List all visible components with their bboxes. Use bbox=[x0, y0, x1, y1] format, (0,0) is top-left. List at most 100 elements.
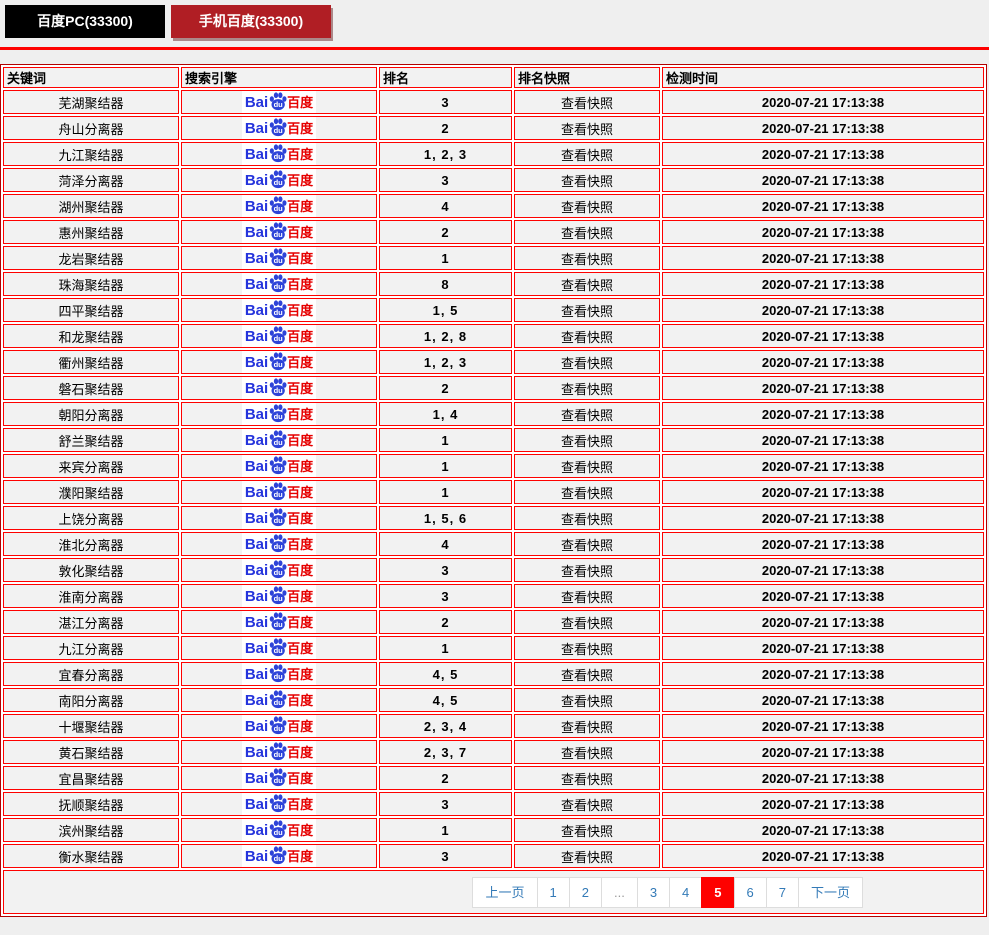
table-row: 龙岩聚结器 Bai du 百度 1 查看快照 2020-07-21 17:13:… bbox=[3, 246, 984, 270]
snapshot-cell: 查看快照 bbox=[514, 454, 660, 478]
tab-baidu-pc[interactable]: 百度PC(33300) bbox=[5, 5, 165, 38]
baidu-logo-bai-text: Bai bbox=[244, 717, 269, 735]
view-snapshot-link[interactable]: 查看快照 bbox=[561, 122, 613, 137]
keyword-cell: 湖州聚结器 bbox=[3, 194, 179, 218]
svg-text:du: du bbox=[274, 802, 284, 811]
svg-text:du: du bbox=[274, 308, 284, 317]
page-button-6[interactable]: 6 bbox=[733, 876, 767, 908]
page-button-4[interactable]: 4 bbox=[669, 876, 703, 908]
table-row: 湖州聚结器 Bai du 百度 4 查看快照 2020-07-21 17:13:… bbox=[3, 194, 984, 218]
view-snapshot-link[interactable]: 查看快照 bbox=[561, 720, 613, 735]
view-snapshot-link[interactable]: 查看快照 bbox=[561, 278, 613, 293]
header-snapshot: 排名快照 bbox=[514, 67, 660, 88]
baidu-logo-cn-text: 百度 bbox=[287, 536, 314, 552]
table-row: 宜昌聚结器 Bai du 百度 2 查看快照 2020-07-21 17:13:… bbox=[3, 766, 984, 790]
view-snapshot-link[interactable]: 查看快照 bbox=[561, 408, 613, 423]
view-snapshot-link[interactable]: 查看快照 bbox=[561, 200, 613, 215]
view-snapshot-link[interactable]: 查看快照 bbox=[561, 798, 613, 813]
baidu-paw-icon: du bbox=[269, 715, 287, 734]
baidu-paw-icon: du bbox=[269, 455, 287, 474]
view-snapshot-link[interactable]: 查看快照 bbox=[561, 226, 613, 241]
time-cell: 2020-07-21 17:13:38 bbox=[662, 376, 984, 400]
svg-text:du: du bbox=[274, 646, 284, 655]
svg-text:du: du bbox=[274, 542, 284, 551]
view-snapshot-link[interactable]: 查看快照 bbox=[561, 538, 613, 553]
view-snapshot-link[interactable]: 查看快照 bbox=[561, 96, 613, 111]
view-snapshot-link[interactable]: 查看快照 bbox=[561, 460, 613, 475]
baidu-logo-bai-text: Bai bbox=[244, 769, 269, 787]
baidu-paw-icon: du bbox=[269, 117, 287, 136]
baidu-logo: Bai du 百度 bbox=[241, 845, 317, 867]
baidu-logo-bai-text: Bai bbox=[244, 327, 269, 345]
view-snapshot-link[interactable]: 查看快照 bbox=[561, 694, 613, 709]
table-row: 菏泽分离器 Bai du 百度 3 查看快照 2020-07-21 17:13:… bbox=[3, 168, 984, 192]
svg-text:du: du bbox=[274, 620, 284, 629]
engine-cell: Bai du 百度 bbox=[181, 506, 377, 530]
page-button-1[interactable]: 1 bbox=[536, 876, 570, 908]
table-row: 淮南分离器 Bai du 百度 3 查看快照 2020-07-21 17:13:… bbox=[3, 584, 984, 608]
view-snapshot-link[interactable]: 查看快照 bbox=[561, 668, 613, 683]
time-cell: 2020-07-21 17:13:38 bbox=[662, 818, 984, 842]
baidu-logo: Bai du 百度 bbox=[241, 715, 317, 737]
engine-cell: Bai du 百度 bbox=[181, 610, 377, 634]
baidu-logo-bai-text: Bai bbox=[244, 795, 269, 813]
rank-cell: 3 bbox=[379, 168, 512, 192]
baidu-logo-cn-text: 百度 bbox=[287, 94, 314, 110]
prev-page-button[interactable]: 上一页 bbox=[472, 876, 538, 908]
view-snapshot-link[interactable]: 查看快照 bbox=[561, 304, 613, 319]
baidu-logo-bai-text: Bai bbox=[244, 275, 269, 293]
view-snapshot-link[interactable]: 查看快照 bbox=[561, 824, 613, 839]
keyword-cell: 朝阳分离器 bbox=[3, 402, 179, 426]
snapshot-cell: 查看快照 bbox=[514, 194, 660, 218]
engine-cell: Bai du 百度 bbox=[181, 558, 377, 582]
baidu-paw-icon: du bbox=[269, 689, 287, 708]
page-button-5-active[interactable]: 5 bbox=[701, 876, 735, 908]
baidu-logo: Bai du 百度 bbox=[241, 585, 317, 607]
view-snapshot-link[interactable]: 查看快照 bbox=[561, 434, 613, 449]
rank-cell: 1, 2, 3 bbox=[379, 350, 512, 374]
view-snapshot-link[interactable]: 查看快照 bbox=[561, 252, 613, 267]
next-page-button[interactable]: 下一页 bbox=[797, 876, 863, 908]
view-snapshot-link[interactable]: 查看快照 bbox=[561, 486, 613, 501]
time-cell: 2020-07-21 17:13:38 bbox=[662, 116, 984, 140]
baidu-logo-cn-text: 百度 bbox=[287, 822, 314, 838]
page-button-7[interactable]: 7 bbox=[765, 876, 799, 908]
page-button-2[interactable]: 2 bbox=[568, 876, 602, 908]
page-button-3[interactable]: 3 bbox=[636, 876, 671, 908]
view-snapshot-link[interactable]: 查看快照 bbox=[561, 330, 613, 345]
baidu-logo-cn-text: 百度 bbox=[287, 406, 314, 422]
baidu-paw-icon: du bbox=[269, 559, 287, 578]
tab-baidu-mobile[interactable]: 手机百度(33300) bbox=[171, 5, 331, 38]
baidu-logo-cn-text: 百度 bbox=[287, 354, 314, 370]
baidu-logo-bai-text: Bai bbox=[244, 405, 269, 423]
view-snapshot-link[interactable]: 查看快照 bbox=[561, 564, 613, 579]
time-cell: 2020-07-21 17:13:38 bbox=[662, 532, 984, 556]
tab-bar: 百度PC(33300) 手机百度(33300) bbox=[0, 0, 989, 38]
keyword-cell: 湛江分离器 bbox=[3, 610, 179, 634]
svg-text:du: du bbox=[274, 516, 284, 525]
view-snapshot-link[interactable]: 查看快照 bbox=[561, 382, 613, 397]
view-snapshot-link[interactable]: 查看快照 bbox=[561, 148, 613, 163]
view-snapshot-link[interactable]: 查看快照 bbox=[561, 174, 613, 189]
baidu-logo-bai-text: Bai bbox=[244, 353, 269, 371]
view-snapshot-link[interactable]: 查看快照 bbox=[561, 590, 613, 605]
time-cell: 2020-07-21 17:13:38 bbox=[662, 90, 984, 114]
view-snapshot-link[interactable]: 查看快照 bbox=[561, 512, 613, 527]
baidu-paw-icon: du bbox=[269, 377, 287, 396]
view-snapshot-link[interactable]: 查看快照 bbox=[561, 746, 613, 761]
snapshot-cell: 查看快照 bbox=[514, 740, 660, 764]
baidu-logo: Bai du 百度 bbox=[241, 351, 317, 373]
view-snapshot-link[interactable]: 查看快照 bbox=[561, 356, 613, 371]
view-snapshot-link[interactable]: 查看快照 bbox=[561, 772, 613, 787]
view-snapshot-link[interactable]: 查看快照 bbox=[561, 850, 613, 865]
svg-text:du: du bbox=[274, 750, 284, 759]
rank-cell: 3 bbox=[379, 90, 512, 114]
svg-text:du: du bbox=[274, 412, 284, 421]
view-snapshot-link[interactable]: 查看快照 bbox=[561, 642, 613, 657]
keyword-cell: 珠海聚结器 bbox=[3, 272, 179, 296]
svg-text:du: du bbox=[274, 282, 284, 291]
view-snapshot-link[interactable]: 查看快照 bbox=[561, 616, 613, 631]
time-cell: 2020-07-21 17:13:38 bbox=[662, 740, 984, 764]
baidu-paw-icon: du bbox=[269, 351, 287, 370]
engine-cell: Bai du 百度 bbox=[181, 532, 377, 556]
